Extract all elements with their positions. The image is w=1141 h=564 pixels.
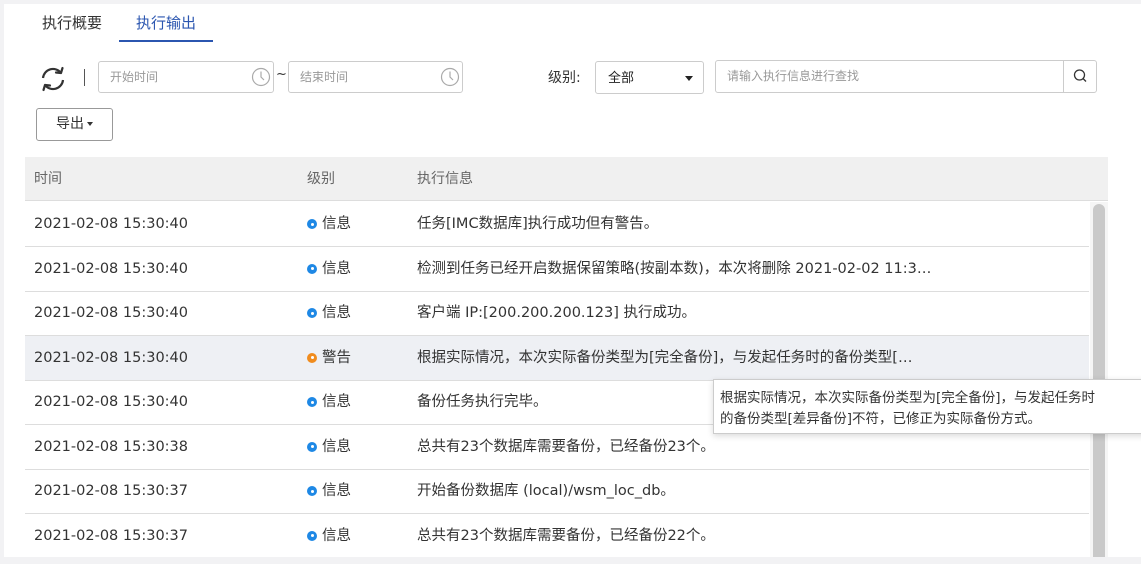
caret-down-icon <box>685 76 693 81</box>
toolbar-divider <box>84 69 85 86</box>
row-level-label: 信息 <box>322 483 351 499</box>
table-row[interactable]: 2021-02-08 15:30:40 信息 任务[IMC数据库]执行成功但有警告。 <box>25 202 1089 247</box>
info-dot-icon <box>307 441 317 452</box>
row-level: 信息 <box>307 514 351 558</box>
row-level: 信息 <box>307 291 351 335</box>
info-dot-icon <box>307 530 317 541</box>
row-time: 2021-02-08 15:30:40 <box>34 216 188 232</box>
row-message: 总共有23个数据库需要备份，已经备份23个。 <box>417 438 715 455</box>
row-message: 总共有23个数据库需要备份，已经备份22个。 <box>417 527 715 544</box>
row-level-label: 信息 <box>322 305 351 321</box>
row-level-label: 信息 <box>322 394 351 410</box>
search-icon <box>1073 69 1087 82</box>
column-header-level: 级别 <box>307 171 335 187</box>
table-header: 时间 级别 执行信息 <box>25 157 1108 201</box>
tooltip-line: 根据实际情况，本次实际备份类型为[完全备份]，与发起任务时 <box>720 390 1096 406</box>
start-time-placeholder: 开始时间 <box>110 70 159 84</box>
row-level-label: 信息 <box>322 438 351 455</box>
row-time: 2021-02-08 15:30:40 <box>34 260 188 277</box>
column-header-time: 时间 <box>34 171 62 187</box>
table-row[interactable]: 2021-02-08 15:30:40 警告 根据实际情况，本次实际备份类型为[完全… <box>25 335 1089 381</box>
end-time-placeholder: 结束时间 <box>300 70 349 84</box>
level-select[interactable]: 全部 <box>595 61 704 94</box>
row-message: 开始备份数据库 (local)/wsm_loc_db。 <box>417 483 675 499</box>
date-range-separator: ~ <box>276 67 287 82</box>
row-level: 信息 <box>307 380 351 424</box>
tab-execution-output[interactable]: 执行输出 <box>119 4 213 42</box>
level-label: 级别: <box>548 70 581 86</box>
table-row[interactable]: 2021-02-08 15:30:40 信息 客户端 IP:[200.200.200… <box>25 291 1089 336</box>
row-level: 信息 <box>307 202 351 246</box>
row-message: 客户端 IP:[200.200.200.123] 执行成功。 <box>417 305 696 321</box>
end-time-input[interactable]: 结束时间 <box>288 61 463 93</box>
row-message: 任务[IMC数据库]执行成功但有警告。 <box>417 216 659 232</box>
row-time: 2021-02-08 15:30:40 <box>34 394 188 410</box>
row-message: 备份任务执行完毕。 <box>417 394 548 410</box>
info-dot-icon <box>307 397 317 407</box>
row-level: 信息 <box>307 247 351 291</box>
row-level-label: 警告 <box>322 349 351 366</box>
start-time-input[interactable]: 开始时间 <box>98 61 274 93</box>
row-level: 警告 <box>307 336 351 380</box>
info-dot-icon <box>307 219 317 229</box>
row-level-label: 信息 <box>322 260 351 277</box>
row-time: 2021-02-08 15:30:37 <box>34 527 188 544</box>
table-row[interactable]: 2021-02-08 15:30:37 信息 开始备份数据库 (local)/wsm… <box>25 469 1089 514</box>
refresh-icon[interactable] <box>38 64 68 94</box>
column-header-message: 执行信息 <box>417 171 473 187</box>
caret-down-icon <box>87 122 93 126</box>
table-row[interactable]: 2021-02-08 15:30:40 信息 检测到任务已经开启数据保留策略(按副本… <box>25 247 1089 292</box>
info-dot-icon <box>307 263 317 274</box>
clock-icon[interactable] <box>251 67 271 87</box>
search-button[interactable] <box>1063 61 1096 92</box>
info-dot-icon <box>307 486 317 496</box>
export-label: 导出 <box>56 116 84 132</box>
search-input[interactable]: 请输入执行信息进行查找 <box>715 60 1097 93</box>
row-time: 2021-02-08 15:30:40 <box>34 349 188 366</box>
row-message: 检测到任务已经开启数据保留策略(按副本数)，本次将删除 2021-02-02 1… <box>417 260 932 277</box>
execution-panel: 执行概要 执行输出 开始时间 ~ 结束时间 级别: 全部 请输入执行信息进行查找 <box>4 4 1141 557</box>
export-button[interactable]: 导出 <box>36 108 113 141</box>
row-level: 信息 <box>307 469 351 513</box>
search-placeholder: 请输入执行信息进行查找 <box>727 69 860 83</box>
info-dot-icon <box>307 308 317 318</box>
row-level-label: 信息 <box>322 527 351 544</box>
row-time: 2021-02-08 15:30:40 <box>34 305 188 321</box>
row-level-label: 信息 <box>322 216 351 232</box>
row-time: 2021-02-08 15:30:38 <box>34 438 188 455</box>
clock-icon[interactable] <box>440 67 460 87</box>
row-message: 根据实际情况，本次实际备份类型为[完全备份]，与发起任务时的备份类型[… <box>417 349 913 366</box>
row-level: 信息 <box>307 425 351 469</box>
level-select-value: 全部 <box>608 71 635 86</box>
message-tooltip: 根据实际情况，本次实际备份类型为[完全备份]，与发起任务时 的备份类型[差异备份… <box>713 379 1141 434</box>
warning-dot-icon <box>307 352 317 363</box>
table-row[interactable]: 2021-02-08 15:30:37 信息 总共有23个数据库需要备份，已经备份2… <box>25 514 1089 558</box>
row-time: 2021-02-08 15:30:37 <box>34 483 188 499</box>
tooltip-line: 的备份类型[差异备份]不符，已修正为实际备份方式。 <box>720 411 1042 427</box>
